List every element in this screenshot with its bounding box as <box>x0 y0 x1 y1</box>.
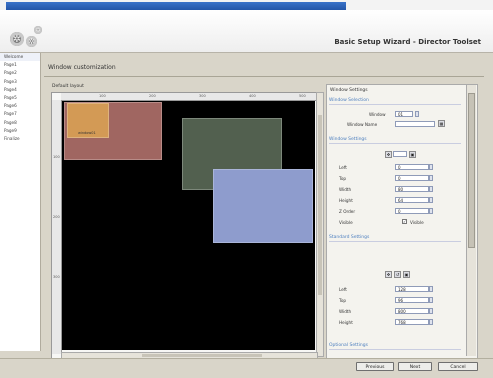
layout-canvas[interactable]: window01 <box>62 101 315 350</box>
layout-window-selected[interactable]: window01 <box>67 103 109 138</box>
sidebar-step-page2[interactable]: Page2 <box>0 69 40 77</box>
ruler-tick: 200 <box>53 215 60 219</box>
scrollbar-thumb[interactable] <box>468 93 475 248</box>
ruler-tick: 100 <box>99 94 106 98</box>
ruler-tick: 300 <box>53 275 60 279</box>
std-width-label: Width <box>339 309 352 314</box>
left-stepper[interactable] <box>429 164 433 170</box>
sidebar-step-page9[interactable]: Page9 <box>0 127 40 135</box>
visible-checkbox[interactable]: ✓ <box>402 219 407 224</box>
ruler-tick: 200 <box>149 94 156 98</box>
std-top-stepper[interactable] <box>429 297 433 303</box>
position-icon[interactable]: ✥ <box>385 151 392 158</box>
browse-icon[interactable]: ▦ <box>438 120 445 127</box>
width-label: Width <box>339 187 352 192</box>
section-window-selection: Window Selection <box>329 98 369 103</box>
panel-vertical-scrollbar[interactable] <box>466 85 476 356</box>
sidebar-step-page4[interactable]: Page4 <box>0 86 40 94</box>
window-settings-panel: Window Settings Window Selection Window … <box>326 84 478 359</box>
section-standard-settings: Standard Settings <box>329 235 370 240</box>
previous-button[interactable]: Previous <box>356 362 394 371</box>
section-divider <box>329 104 461 105</box>
window-title-bar[interactable] <box>6 2 346 10</box>
window-label: window01 <box>78 131 96 135</box>
sidebar-step-page7[interactable]: Page7 <box>0 110 40 118</box>
sidebar-step-page3[interactable]: Page3 <box>0 78 40 86</box>
z-order-stepper[interactable] <box>429 208 433 214</box>
visible-checkbox-label: Visible <box>410 220 424 225</box>
top-label: Top <box>339 176 347 181</box>
gear-icon-tiny: ✲ <box>34 26 42 34</box>
title-divider <box>44 76 484 77</box>
sidebar-step-page6[interactable]: Page6 <box>0 102 40 110</box>
std-width-input[interactable]: 800 <box>395 308 429 314</box>
wizard-header <box>0 10 493 53</box>
sidebar-step-page8[interactable]: Page8 <box>0 119 40 127</box>
layout-window-blue[interactable] <box>213 169 313 243</box>
window-select-label: Window <box>369 112 386 117</box>
position-icon[interactable]: ✥ <box>385 271 392 278</box>
horizontal-ruler: 100 200 300 400 500 <box>61 93 317 101</box>
left-label: Left <box>339 165 347 170</box>
section-optional-settings: Optional Settings <box>329 343 368 348</box>
scrollbar-thumb[interactable] <box>318 115 322 295</box>
layout-canvas-container: 100 200 300 400 500 100 200 300 window01 <box>51 92 318 359</box>
sidebar-step-page1[interactable]: Page1 <box>0 61 40 69</box>
std-top-label: Top <box>339 298 347 303</box>
std-height-label: Height <box>339 320 353 325</box>
gear-icon-small: ✲ <box>26 36 37 47</box>
height-stepper[interactable] <box>429 197 433 203</box>
vertical-ruler: 100 200 300 <box>52 100 62 354</box>
layout-label: Default layout <box>52 84 84 89</box>
left-input[interactable]: 0 <box>395 164 429 170</box>
gear-icon: ✲ <box>10 32 24 46</box>
ruler-tick: 400 <box>249 94 256 98</box>
footer-divider <box>0 358 493 359</box>
apply-icon[interactable]: ▣ <box>409 151 416 158</box>
std-top-input[interactable]: 96 <box>395 297 429 303</box>
wizard-steps-sidebar: Welcome Page1 Page2 Page3 Page4 Page5 Pa… <box>0 53 41 351</box>
page-title: Window customization <box>48 64 116 71</box>
sidebar-step-page5[interactable]: Page5 <box>0 94 40 102</box>
sidebar-step-finalize[interactable]: Finalize <box>0 135 40 143</box>
ruler-tick: 100 <box>53 155 60 159</box>
apply-icon[interactable]: ▣ <box>403 271 410 278</box>
ruler-tick: 300 <box>199 94 206 98</box>
cancel-button[interactable]: Cancel <box>438 362 478 371</box>
std-left-input[interactable]: 128 <box>395 286 429 292</box>
z-order-input[interactable]: 0 <box>395 208 429 214</box>
top-stepper[interactable] <box>429 175 433 181</box>
next-button[interactable]: Next <box>398 362 432 371</box>
visible-label: Visible <box>339 220 353 225</box>
width-stepper[interactable] <box>429 186 433 192</box>
height-label: Height <box>339 198 353 203</box>
sidebar-step-welcome[interactable]: Welcome <box>0 53 40 62</box>
window-name-field[interactable] <box>395 121 435 127</box>
std-height-input[interactable]: 768 <box>395 319 429 325</box>
wizard-title: Basic Setup Wizard - Director Toolset <box>334 38 481 46</box>
window-select[interactable]: 01 <box>395 111 413 117</box>
std-left-stepper[interactable] <box>429 286 433 292</box>
reset-icon[interactable]: ↺ <box>394 271 401 278</box>
section-window-settings: Window Settings <box>329 137 367 142</box>
scrollbar-thumb[interactable] <box>142 354 262 357</box>
canvas-vertical-scrollbar[interactable] <box>316 92 324 357</box>
section-divider <box>329 143 461 144</box>
width-input[interactable]: 80 <box>395 186 429 192</box>
std-height-stepper[interactable] <box>429 319 433 325</box>
section-divider <box>329 349 461 350</box>
top-input[interactable]: 0 <box>395 175 429 181</box>
ruler-tick: 500 <box>299 94 306 98</box>
height-input[interactable]: 64 <box>395 197 429 203</box>
std-width-stepper[interactable] <box>429 308 433 314</box>
z-order-label: Z Order <box>339 209 356 214</box>
panel-title: Window Settings <box>330 88 368 93</box>
chevron-down-icon[interactable] <box>415 111 419 117</box>
window-name-label: Window Name <box>347 122 378 127</box>
position-field[interactable] <box>393 151 407 157</box>
section-divider <box>329 241 461 242</box>
std-left-label: Left <box>339 287 347 292</box>
